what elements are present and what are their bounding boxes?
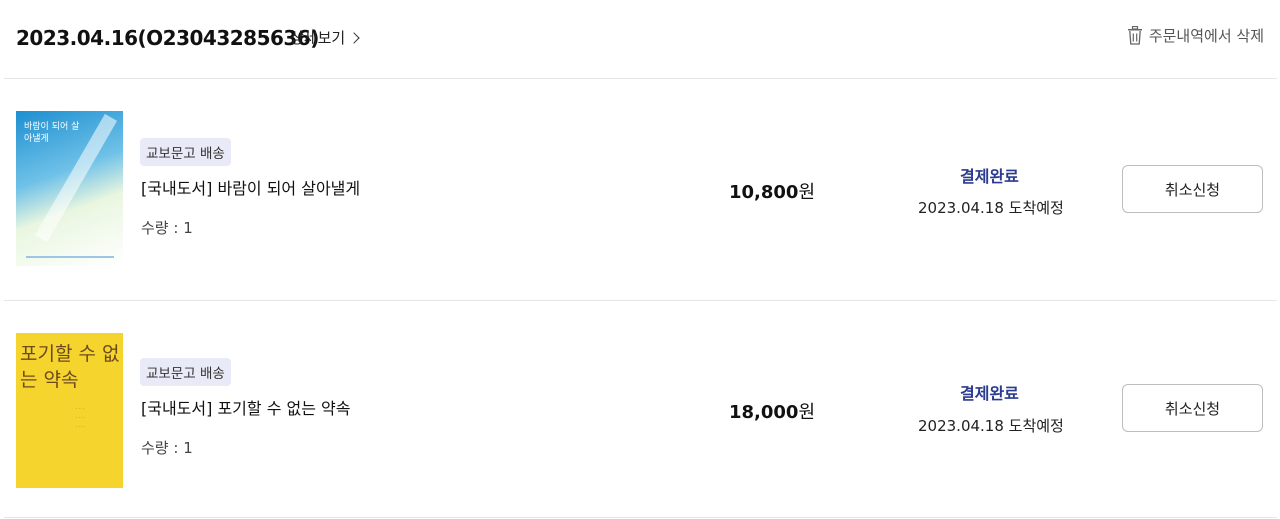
book-title-link[interactable]: [국내도서] 바람이 되어 살아낼게 (141, 175, 360, 199)
quantity-label: 수량 : 1 (141, 219, 193, 237)
price-currency: 원 (798, 402, 816, 423)
delivery-badge: 교보문고 배송 (140, 358, 231, 386)
item-price: 18,000원 (729, 398, 815, 424)
delivery-badge: 교보문고 배송 (140, 138, 231, 166)
order-detail-link[interactable]: 상세보기 (290, 27, 360, 48)
order-date-id: 2023.04.16(O23043285636) (16, 26, 319, 50)
price-value: 18,000 (729, 402, 799, 423)
order-header: 2023.04.16(O23043285636) 상세보기 주문내역에서 삭제 (0, 0, 1280, 78)
delete-order-button[interactable]: 주문내역에서 삭제 (1127, 25, 1264, 46)
cover-title-text: 포기할 수 없는 약속 (20, 343, 120, 391)
chevron-right-icon (348, 31, 360, 44)
book-cover-image[interactable]: 포기할 수 없는 약속 · · · · · · · · · (16, 333, 123, 488)
cancel-request-button[interactable]: 취소신청 (1122, 165, 1263, 213)
cancel-request-button[interactable]: 취소신청 (1122, 384, 1263, 432)
delete-order-label: 주문내역에서 삭제 (1148, 27, 1264, 45)
order-item: 바람이 되어 살아낼게 교보문고 배송 [국내도서] 바람이 되어 살아낼게 수… (0, 78, 1280, 298)
price-currency: 원 (798, 182, 816, 203)
order-detail-label: 상세보기 (290, 29, 346, 47)
cover-decoration (26, 256, 114, 258)
item-price: 10,800원 (729, 178, 815, 204)
quantity-label: 수량 : 1 (141, 439, 193, 457)
cover-decoration: · · · · · · · · · (76, 406, 84, 430)
trash-icon (1127, 26, 1142, 45)
item-divider (4, 517, 1277, 518)
price-value: 10,800 (729, 182, 799, 203)
cover-title-text: 바람이 되어 살아낼게 (24, 122, 80, 144)
book-title-link[interactable]: [국내도서] 포기할 수 없는 약속 (141, 395, 350, 419)
payment-status: 결제완료 (960, 384, 1019, 403)
delivery-eta: 2023.04.18 도착예정 (918, 417, 1064, 435)
delivery-eta: 2023.04.18 도착예정 (918, 199, 1064, 217)
order-item: 포기할 수 없는 약속 · · · · · · · · · 교보문고 배송 [국내도… (0, 298, 1280, 518)
payment-status: 결제완료 (960, 167, 1019, 186)
book-cover-image[interactable]: 바람이 되어 살아낼게 (16, 111, 123, 266)
